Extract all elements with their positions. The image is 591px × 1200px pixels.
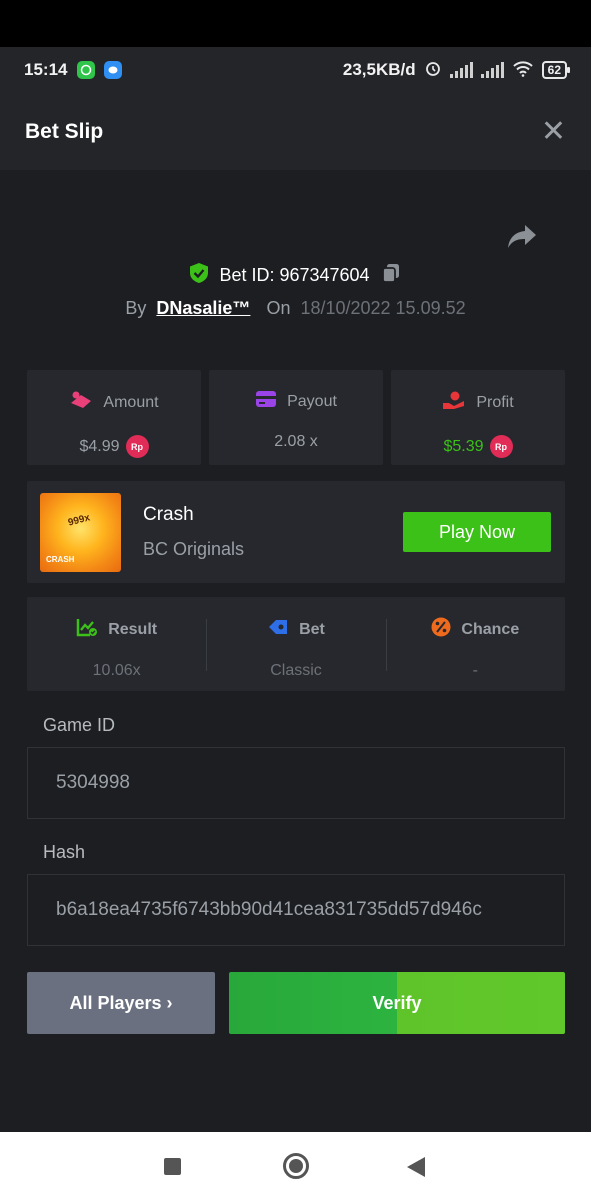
- wifi-icon: [512, 59, 534, 82]
- profit-icon: [442, 390, 466, 415]
- payout-value: 2.08 x: [274, 433, 318, 450]
- game-id-field[interactable]: 5304998: [27, 747, 565, 819]
- game-name: Crash: [143, 504, 194, 525]
- game-thumbnail[interactable]: 999x CRASH: [40, 493, 121, 572]
- currency-badge: Rp: [489, 435, 513, 458]
- amount-icon: [69, 390, 93, 415]
- game-card: 999x CRASH Crash BC Originals Play Now: [27, 481, 565, 583]
- chance-value: -: [472, 662, 478, 679]
- game-provider: BC Originals: [143, 539, 245, 559]
- status-indicators: 23,5KB/d 62: [342, 59, 571, 82]
- bet-date: 18/10/2022 15.09.52: [300, 298, 466, 318]
- recents-icon[interactable]: [164, 1158, 181, 1175]
- bet-id: Bet ID: 967347604: [219, 265, 370, 285]
- bet-value: Classic: [270, 662, 322, 679]
- share-icon[interactable]: [506, 222, 538, 252]
- thumbnail-multiplier: 999x: [66, 512, 92, 529]
- bet-meta-row: By DNasalie™ On 18/10/2022 15.09.52: [0, 298, 591, 319]
- bet-tag-icon: [267, 617, 289, 642]
- hash-field[interactable]: b6a18ea4735f6743bb90d41cea831735dd57d946…: [27, 874, 565, 946]
- home-icon[interactable]: [283, 1153, 309, 1179]
- status-time: 15:14: [24, 60, 68, 79]
- network-speed: 23,5KB/d: [342, 60, 416, 79]
- alarm-icon: [424, 59, 442, 82]
- profit-label: Profit: [476, 393, 514, 411]
- whatsapp-icon: [77, 61, 96, 79]
- bet-slip-header: Bet Slip ✕: [0, 93, 591, 170]
- currency-badge: Rp: [125, 435, 149, 458]
- battery-icon: 62: [541, 61, 571, 79]
- amount-value: $4.99: [79, 437, 120, 455]
- result-column: Result 10.06x: [27, 597, 206, 691]
- status-bar: 15:14 23,5KB/d 62: [0, 47, 591, 93]
- navigation-bar: [0, 1132, 591, 1200]
- payout-label: Payout: [287, 392, 337, 410]
- bet-details-card: Result 10.06x Bet Classic Chance -: [27, 597, 565, 691]
- amount-label: Amount: [103, 393, 159, 411]
- back-icon[interactable]: [407, 1157, 425, 1177]
- profit-card: Profit $5.39 Rp: [391, 370, 565, 465]
- thumbnail-title: CRASH: [46, 555, 75, 564]
- messages-icon: [104, 61, 123, 79]
- verify-button[interactable]: Verify: [229, 972, 565, 1034]
- game-id-label: Game ID: [43, 715, 116, 735]
- profit-value: $5.39: [443, 437, 484, 455]
- result-label: Result: [108, 620, 158, 638]
- page-title: Bet Slip: [25, 119, 104, 143]
- percent-icon: [431, 617, 451, 642]
- bet-column: Bet Classic: [206, 597, 385, 691]
- on-label: On: [266, 298, 291, 318]
- payout-card: Payout 2.08 x: [209, 370, 383, 465]
- top-black-bar: [0, 0, 591, 47]
- payout-icon: [255, 390, 277, 413]
- chance-column: Chance -: [385, 597, 565, 691]
- play-now-button[interactable]: Play Now: [403, 512, 551, 552]
- bet-id-row: Bet ID: 967347604: [0, 262, 591, 289]
- username-link[interactable]: DNasalie™: [156, 298, 250, 319]
- close-icon[interactable]: ✕: [541, 116, 566, 147]
- hash-label: Hash: [43, 842, 86, 862]
- by-label: By: [125, 298, 147, 318]
- shield-check-icon: [189, 262, 209, 289]
- signal-icon-2: [480, 62, 504, 78]
- amount-card: Amount $4.99 Rp: [27, 370, 201, 465]
- bet-label: Bet: [299, 620, 325, 638]
- all-players-button[interactable]: All Players ›: [27, 972, 215, 1034]
- result-value: 10.06x: [92, 662, 141, 679]
- result-chart-icon: [76, 617, 98, 642]
- copy-icon[interactable]: [380, 262, 402, 289]
- signal-icon-1: [449, 62, 473, 78]
- chance-label: Chance: [461, 620, 520, 638]
